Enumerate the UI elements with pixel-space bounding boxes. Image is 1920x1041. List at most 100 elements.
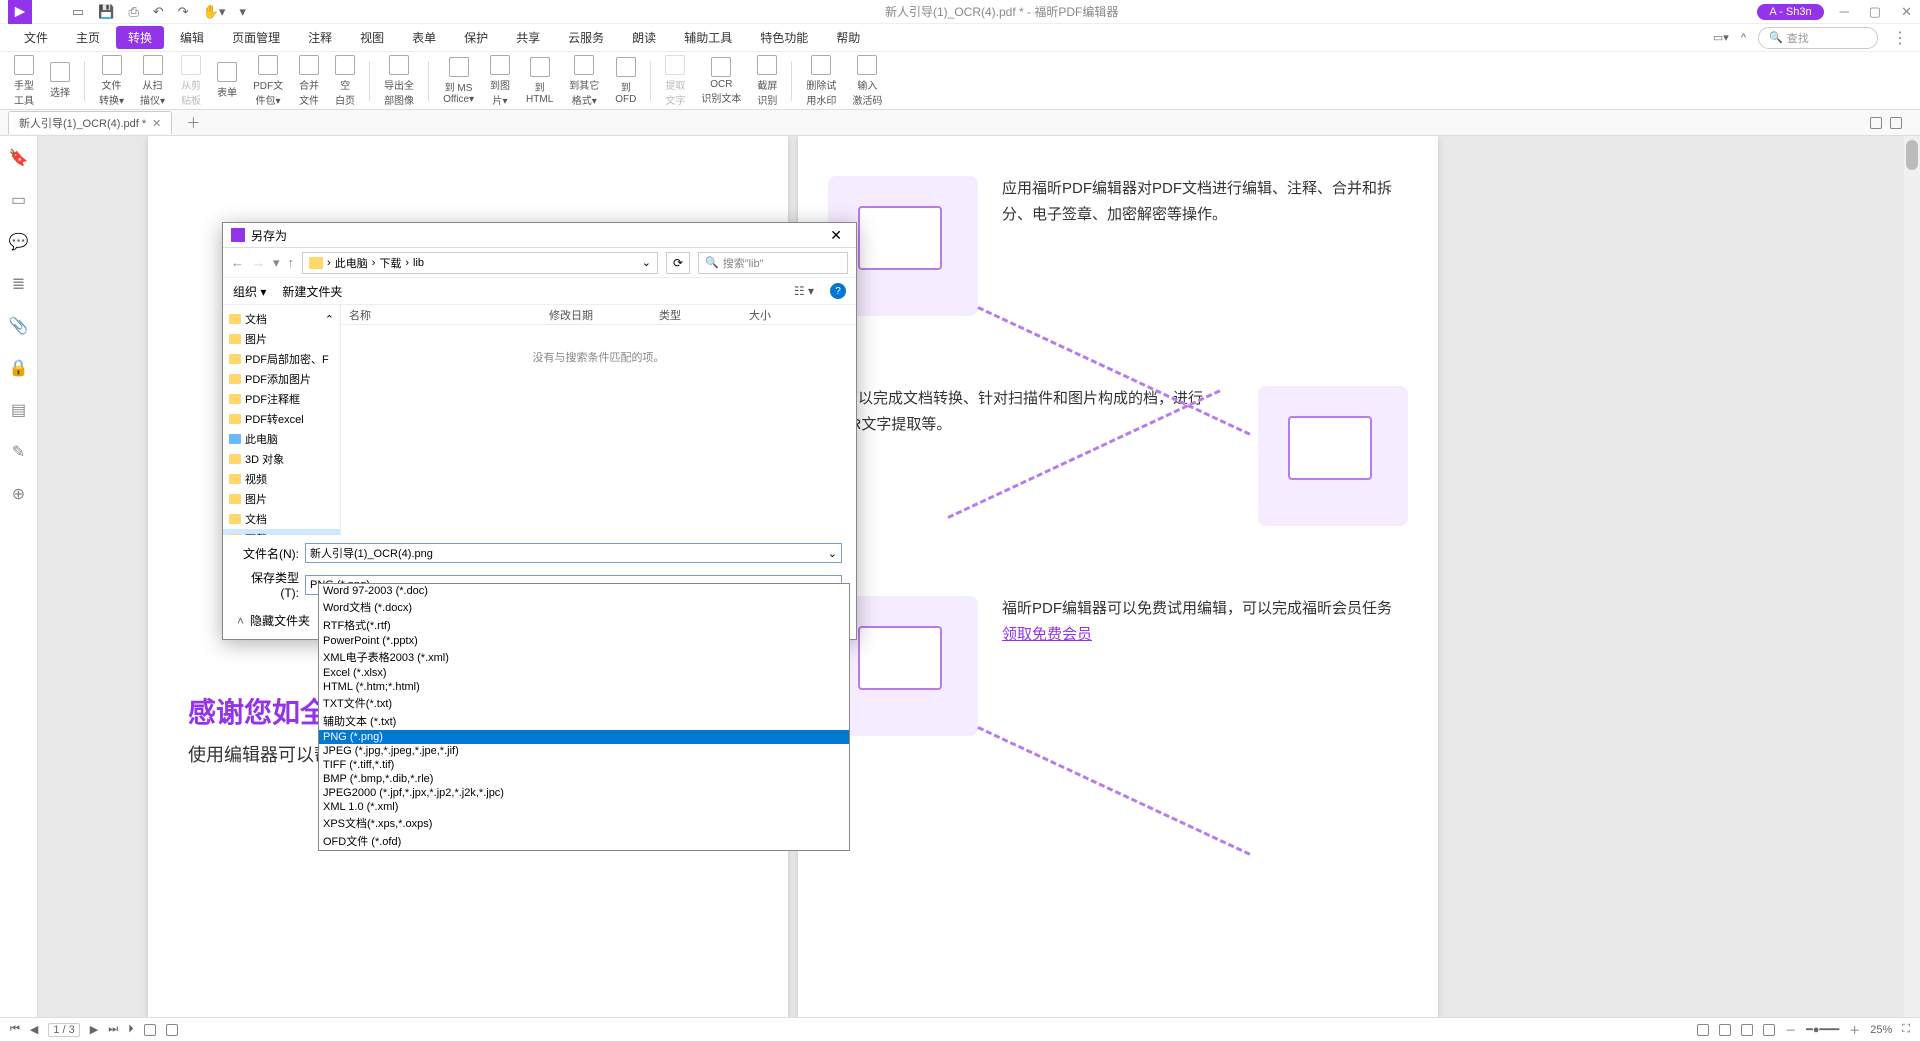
menu-朗读[interactable]: 朗读	[620, 26, 668, 49]
tree-下载[interactable]: 下载⌄	[223, 529, 340, 535]
ribbon-到图片[interactable]: 到图片▾	[484, 53, 516, 109]
next-page-button[interactable]: ▶	[90, 1023, 98, 1036]
minimize-button[interactable]: ─	[1840, 4, 1849, 20]
filetype-option[interactable]: 辅助文本 (*.txt)	[319, 712, 849, 730]
last-page-button[interactable]: ⏭	[108, 1023, 118, 1036]
refresh-button[interactable]: ⟳	[666, 252, 690, 274]
zoom-slider[interactable]: ━●━━━	[1806, 1023, 1839, 1036]
path-seg-0[interactable]: ›	[327, 257, 331, 269]
col-name[interactable]: 名称	[341, 307, 541, 323]
ribbon-空白页[interactable]: 空白页	[329, 53, 361, 109]
dialog-close-button[interactable]: ✕	[824, 227, 848, 244]
menu-共享[interactable]: 共享	[504, 26, 552, 49]
filetype-option[interactable]: TIFF (*.tiff,*.tif)	[319, 758, 849, 772]
menubar-search[interactable]: 🔍 查找	[1758, 27, 1878, 49]
ribbon-表单[interactable]: 表单	[211, 60, 243, 101]
fullscreen-icon[interactable]: ⛶	[1902, 1023, 1910, 1036]
new-folder-button[interactable]: 新建文件夹	[282, 283, 342, 300]
filetype-option[interactable]: PNG (*.png)	[319, 730, 849, 744]
view-single-icon[interactable]	[1697, 1024, 1709, 1036]
menu-云服务[interactable]: 云服务	[556, 26, 616, 49]
view-mode-button[interactable]: ☷ ▾	[794, 284, 814, 298]
pages-icon[interactable]: ▭	[11, 190, 26, 210]
menu-辅助工具[interactable]: 辅助工具	[672, 26, 744, 49]
filetype-option[interactable]: RTF格式(*.rtf)	[319, 616, 849, 634]
filetype-option[interactable]: OFD文件 (*.ofd)	[319, 832, 849, 850]
filetype-option[interactable]: JPEG2000 (*.jpf,*.jpx,*.jp2,*.j2k,*.jpc)	[319, 786, 849, 800]
security-icon[interactable]: 🔒	[9, 358, 29, 378]
filename-input[interactable]: 新人引导(1)_OCR(4).png⌄	[305, 543, 842, 563]
close-button[interactable]: ✕	[1901, 4, 1912, 20]
tree-PDF转excel[interactable]: PDF转excel	[223, 409, 340, 429]
tree-图片[interactable]: 图片	[223, 489, 340, 509]
filetype-option[interactable]: BMP (*.bmp,*.dib,*.rle)	[319, 772, 849, 786]
bookmark-icon[interactable]: 🔖	[9, 148, 29, 168]
forward-page-button[interactable]: ⏵	[128, 1023, 134, 1036]
new-tab-button[interactable]: ＋	[186, 113, 200, 133]
ribbon-OCR识别文本[interactable]: OCR识别文本	[695, 55, 747, 107]
hide-folders-chevron[interactable]: ˄	[237, 614, 244, 628]
filetype-option[interactable]: HTML (*.htm;*.html)	[319, 680, 849, 694]
ribbon-合并文件[interactable]: 合并文件	[293, 53, 325, 109]
path-lib[interactable]: lib	[413, 257, 424, 269]
ribbon-删除试用水印[interactable]: 删除试用水印	[800, 53, 842, 109]
menu-主页[interactable]: 主页	[64, 26, 112, 49]
tab-close-icon[interactable]: ✕	[152, 117, 161, 130]
ribbon-输入激活码[interactable]: 输入激活码	[846, 53, 888, 109]
tree-PDF添加图片[interactable]: PDF添加图片	[223, 369, 340, 389]
prev-page-button[interactable]: ◀	[30, 1023, 38, 1036]
filetype-dropdown-list[interactable]: Word 97-2003 (*.doc)Word文档 (*.docx)RTF格式…	[318, 583, 850, 851]
help-button[interactable]: ?	[830, 283, 846, 299]
path-downloads[interactable]: 下载	[379, 255, 401, 271]
col-date[interactable]: 修改日期	[541, 307, 651, 323]
menu-表单[interactable]: 表单	[400, 26, 448, 49]
attachments-icon[interactable]: 📎	[9, 316, 29, 336]
tree-chevron-icon[interactable]: ⌄	[325, 533, 334, 536]
folder-tree[interactable]: 文档⌃图片PDF局部加密、FPDF添加图片PDF注释框PDF转excel此电脑3…	[223, 305, 341, 535]
organize-button[interactable]: 组织 ▾	[233, 283, 266, 300]
filetype-option[interactable]: Word文档 (*.docx)	[319, 598, 849, 616]
ribbon-PDF文件包[interactable]: PDF文件包▾	[247, 53, 289, 109]
scrollbar-thumb[interactable]	[1906, 140, 1918, 170]
ribbon-手型工具[interactable]: 手型工具	[8, 53, 40, 109]
hide-folders-label[interactable]: 隐藏文件夹	[250, 612, 310, 629]
signature-icon[interactable]: ✎	[12, 442, 25, 462]
qat-hand-icon[interactable]: ✋▾	[203, 4, 226, 20]
nav-recent-button[interactable]: ▾	[273, 255, 280, 271]
nav-back-button[interactable]: ←	[231, 255, 244, 270]
filetype-option[interactable]: TXT文件(*.txt)	[319, 694, 849, 712]
first-page-button[interactable]: ⏮	[10, 1023, 20, 1036]
qat-redo-icon[interactable]: ↷	[178, 4, 189, 20]
menu-帮助[interactable]: 帮助	[824, 26, 872, 49]
filetype-option[interactable]: JPEG (*.jpg,*.jpeg,*.jpe,*.jif)	[319, 744, 849, 758]
ribbon-导出全部图像[interactable]: 导出全部图像	[378, 53, 420, 109]
menubar-more-icon[interactable]: ⋮	[1892, 28, 1908, 48]
menu-文件[interactable]: 文件	[12, 26, 60, 49]
filename-dropdown-icon[interactable]: ⌄	[828, 547, 837, 560]
ribbon-到MSOffice[interactable]: 到 MSOffice▾	[437, 55, 480, 107]
menu-特色功能[interactable]: 特色功能	[748, 26, 820, 49]
ribbon-文件转换[interactable]: 文件转换▾	[93, 53, 130, 109]
ribbon-选择[interactable]: 选择	[44, 60, 76, 101]
view-grid-icon[interactable]	[1870, 117, 1882, 129]
view-list-icon[interactable]	[1890, 117, 1902, 129]
filetype-option[interactable]: XML电子表格2003 (*.xml)	[319, 648, 849, 666]
tree-文档[interactable]: 文档	[223, 509, 340, 529]
vertical-scrollbar[interactable]	[1904, 136, 1920, 1017]
filetype-option[interactable]: Word 97-2003 (*.doc)	[319, 584, 849, 598]
file-list[interactable]: 名称 修改日期 类型 大小 没有与搜索条件匹配的项。	[341, 305, 856, 535]
zoom-out-button[interactable]: －	[1785, 1022, 1796, 1038]
zoom-in-button[interactable]: ＋	[1849, 1022, 1860, 1038]
ribbon-到其它格式[interactable]: 到其它格式▾	[563, 53, 605, 109]
menubar-dropdown-icon[interactable]: ▭▾	[1713, 31, 1729, 44]
view-continuous-icon[interactable]	[1719, 1024, 1731, 1036]
filetype-option[interactable]: PowerPoint (*.pptx)	[319, 634, 849, 648]
qat-print-icon[interactable]: ⎙	[128, 4, 138, 20]
menu-保护[interactable]: 保护	[452, 26, 500, 49]
page-layout2-icon[interactable]	[166, 1024, 178, 1036]
menu-页面管理[interactable]: 页面管理	[220, 26, 292, 49]
tree-3D 对象[interactable]: 3D 对象	[223, 449, 340, 469]
zoom-value[interactable]: 25%	[1870, 1024, 1892, 1036]
menu-注释[interactable]: 注释	[296, 26, 344, 49]
maximize-button[interactable]: ▢	[1869, 4, 1881, 20]
